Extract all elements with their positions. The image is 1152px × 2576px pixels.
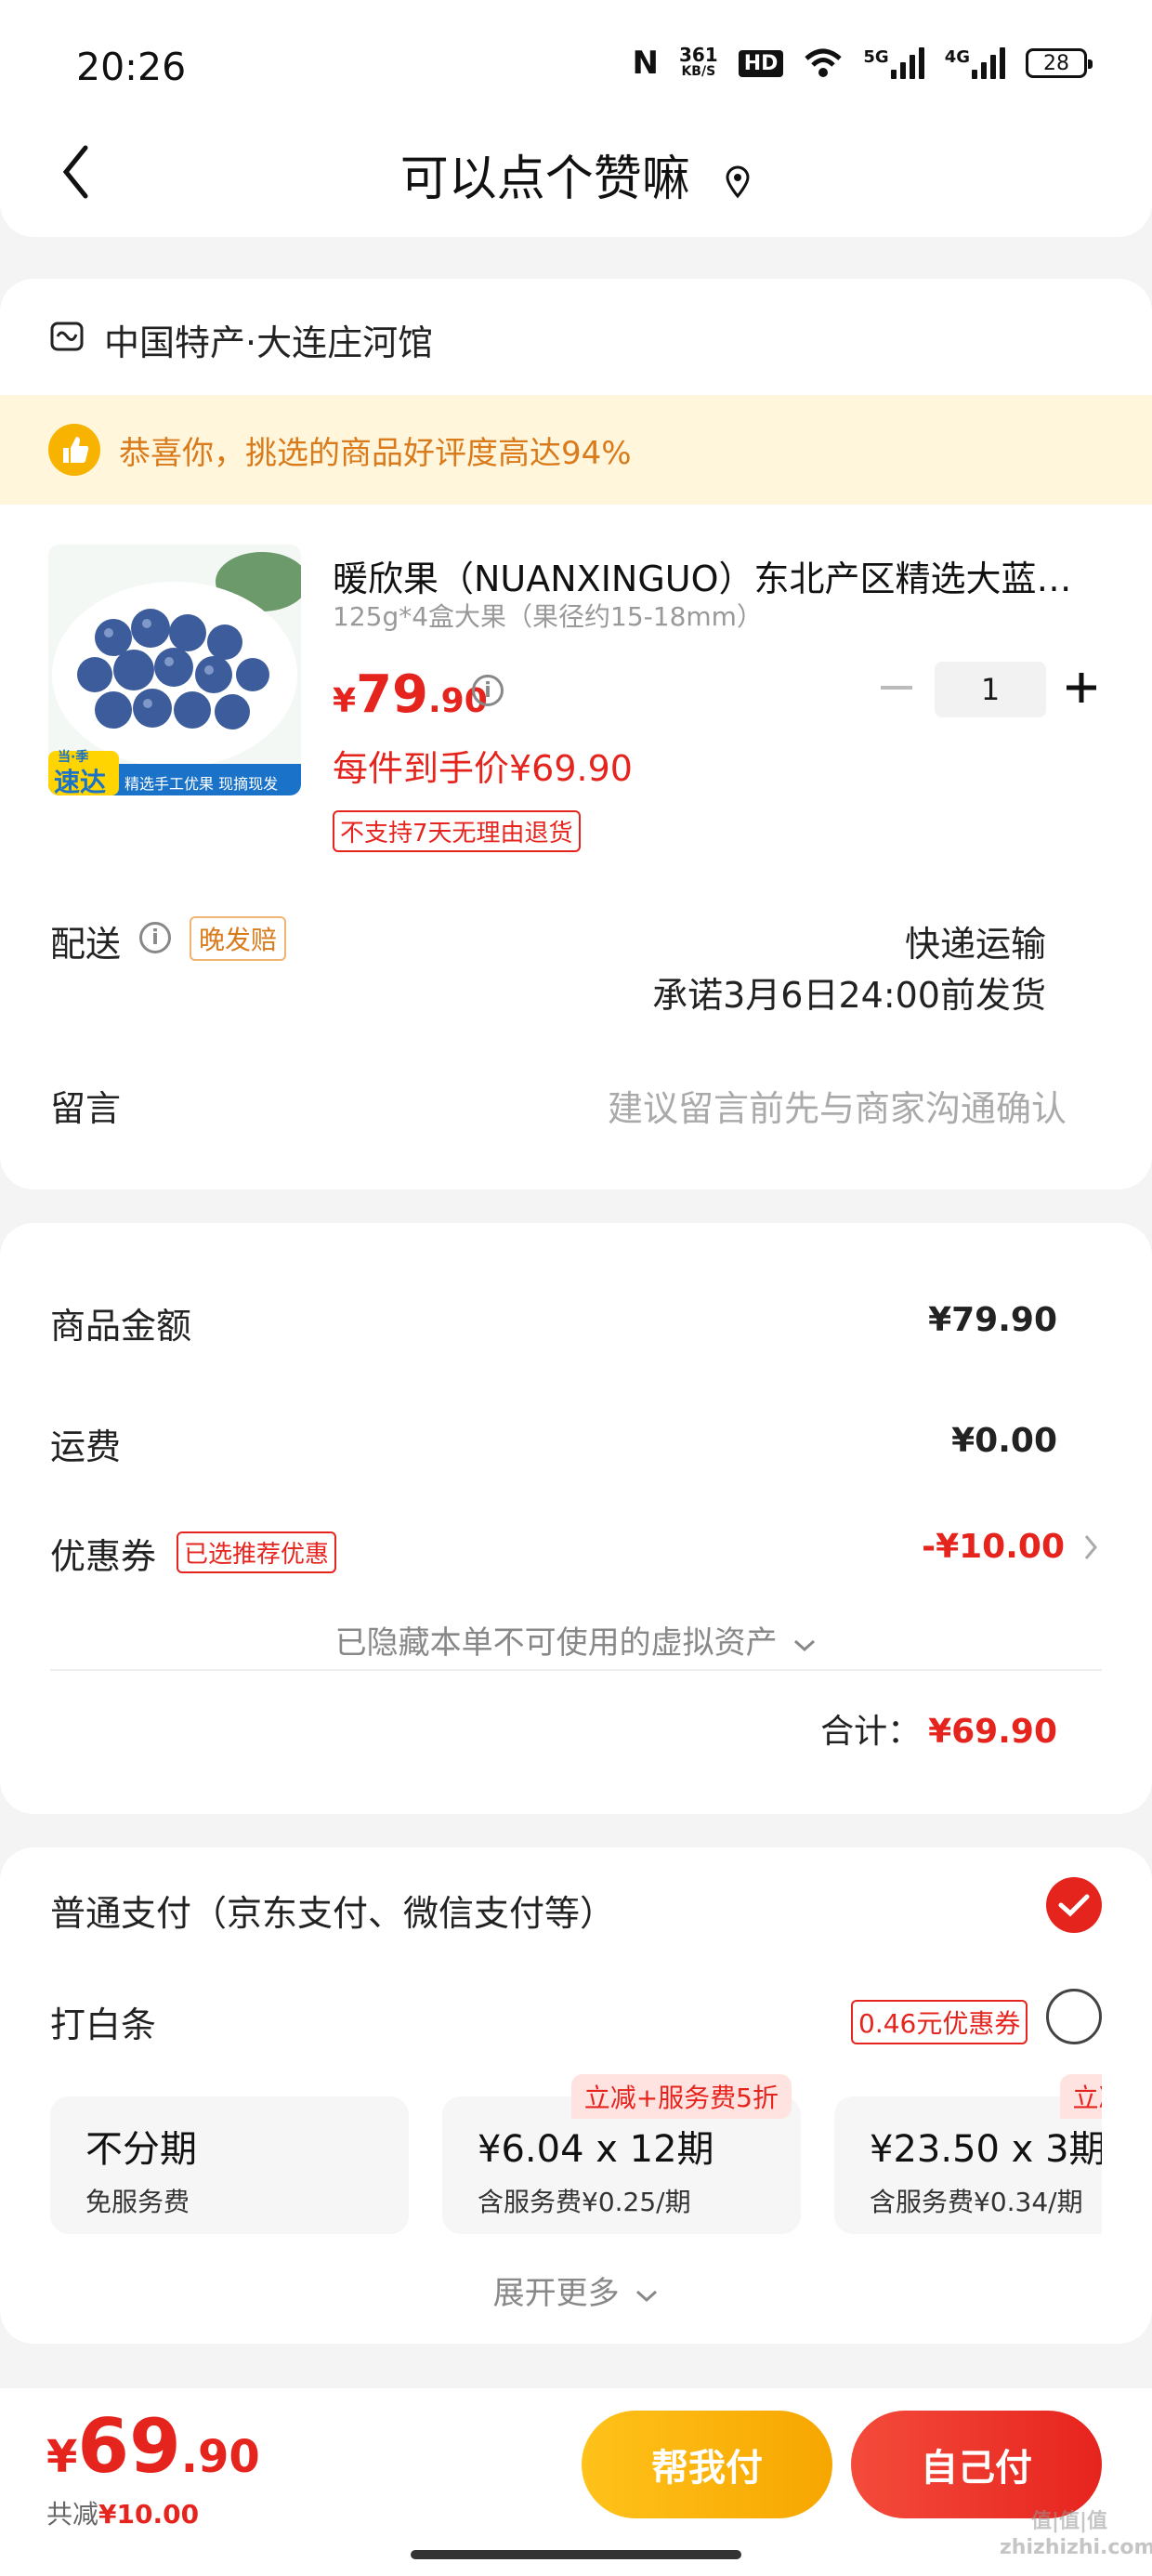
location-pin-icon[interactable] (724, 165, 752, 199)
hd-icon: HD (738, 49, 784, 77)
coupon-tag: 已选推荐优惠 (177, 1531, 337, 1573)
final-unit-price: 每件到手价¥69.90 (333, 748, 633, 789)
net-speed: 361 KB/S (679, 46, 718, 80)
price-symbol: ¥ (333, 682, 357, 720)
signal-bars-icon (890, 47, 924, 79)
expand-more-text: 展开更多 (492, 2275, 620, 2312)
product-name[interactable]: 暖欣果（NUANXINGUO）东北产区精选大蓝莓… (333, 550, 1104, 601)
baitiao-radio[interactable] (1046, 1989, 1102, 2044)
delivery-method[interactable]: 快递运输 (905, 915, 1046, 966)
summary-divider (50, 1669, 1102, 1671)
installment-sub: 免服务费 (85, 2187, 190, 2217)
baitiao-coupon-tag: 0.46元优惠券 (851, 2000, 1028, 2044)
footer-price-symbol: ¥ (46, 2431, 78, 2483)
page-title-text: 可以点个赞嘛 (399, 151, 690, 207)
footer-saved-value: ¥10.00 (98, 2499, 200, 2530)
delivery-info-icon[interactable]: i (139, 922, 171, 953)
pay-myself-button[interactable]: 自己付 (851, 2411, 1102, 2518)
shipping-label: 运费 (50, 1426, 122, 1467)
rating-banner-text: 恭喜你，挑选的商品好评度高达94% (119, 434, 632, 472)
price-integer: 79 (356, 664, 428, 725)
footer-saved: 共减¥10.00 (46, 2494, 199, 2531)
expand-more-button[interactable]: 展开更多 (0, 2267, 1152, 2313)
installment-title: ¥6.04 x 12期 (478, 2128, 714, 2171)
footer-saved-label: 共减 (46, 2499, 99, 2530)
message-label: 留言 (50, 1088, 122, 1129)
chevron-down-icon (636, 2290, 658, 2303)
shop-icon (50, 322, 84, 351)
installment-sub: 含服务费¥0.25/期 (478, 2187, 691, 2217)
installment-tag: 立减+服务费5折 (570, 2074, 792, 2119)
product-thumbnail[interactable]: 当·季 速达 精选手工优果 现摘现发 (48, 545, 301, 795)
normal-pay-radio[interactable] (1046, 1877, 1102, 1933)
footer-price-integer: 69 (77, 2403, 181, 2490)
product-spec: 125g*4盒大果（果径约15-18mm） (333, 601, 763, 632)
price-info-icon[interactable]: i (472, 675, 504, 706)
thumb-caption: 精选手工优果 现摘现发 (124, 775, 279, 793)
signal-4g: 4G (945, 47, 1005, 79)
signal-bars-icon (972, 47, 1005, 79)
net-speed-unit: KB/S (681, 64, 716, 79)
net-type-4g: 4G (944, 47, 970, 67)
coupon-value: -¥10.00 (922, 1528, 1065, 1566)
signal-5g: 5G (863, 47, 924, 79)
baitiao-label[interactable]: 打白条 (50, 1996, 156, 2047)
no-return-tag: 不支持7天无理由退货 (333, 810, 581, 852)
thumbs-up-icon (48, 424, 100, 476)
installment-title: 不分期 (85, 2128, 197, 2171)
total-value: ¥69.90 (928, 1713, 1057, 1751)
nfc-icon: N (632, 45, 659, 82)
chevron-down-icon (794, 1639, 816, 1652)
delivery-label: 配送 (50, 924, 122, 965)
quantity-increase-button[interactable] (1063, 669, 1100, 706)
net-speed-value: 361 (678, 44, 718, 66)
rating-banner: 恭喜你，挑选的商品好评度高达94% (0, 395, 1152, 505)
installment-title: ¥23.50 x 3期 (870, 2128, 1102, 2171)
home-indicator[interactable] (411, 2550, 741, 2559)
installment-sub: 含服务费¥0.34/期 (870, 2187, 1083, 2217)
message-input[interactable]: 建议留言前先与商家沟通确认 (608, 1080, 1067, 1131)
normal-pay-label[interactable]: 普通支付（京东支付、微信支付等） (50, 1885, 615, 1936)
thumb-badge: 速达 (54, 767, 107, 795)
hidden-assets-toggle[interactable]: 已隐藏本单不可使用的虚拟资产 (0, 1617, 1152, 1663)
installment-option[interactable]: 立减+服务费5折 ¥6.04 x 12期 含服务费¥0.25/期 (442, 2074, 801, 2234)
page-title: 可以点个赞嘛 (0, 139, 1152, 209)
status-time: 20:26 (76, 45, 187, 89)
battery-level: 28 (1043, 51, 1069, 75)
watermark: 值|值|值 zhizhizhi.com (1000, 2509, 1152, 2561)
coupon-label: 优惠券 (50, 1536, 157, 1577)
shop-name[interactable]: 中国特产·大连庄河馆 (104, 314, 433, 365)
battery-icon: 28 (1026, 48, 1093, 78)
shipping-value: ¥0.00 (951, 1422, 1057, 1460)
total-row: 合计： ¥69.90 (820, 1704, 1057, 1753)
installment-option[interactable]: 立减+服务 ¥23.50 x 3期 含服务费¥0.34/期 (834, 2074, 1102, 2234)
quantity-input[interactable]: 1 (935, 662, 1046, 717)
help-me-pay-button[interactable]: 帮我付 (582, 2411, 832, 2518)
installment-option[interactable]: 不分期 免服务费 (50, 2096, 409, 2234)
wifi-icon (805, 48, 843, 77)
status-icons: N 361 KB/S HD 5G 4G 28 (632, 45, 1093, 82)
delivery-promise: 承诺3月6日24:00前发货 (652, 975, 1046, 1016)
installment-tag: 立减+服务 (1059, 2074, 1102, 2119)
chevron-right-icon (1084, 1534, 1097, 1559)
product-price: ¥ 79 .90 (333, 664, 488, 725)
watermark-text: 值|值|值 zhizhizhi.com (1000, 2510, 1152, 2559)
goods-amount-label: 商品金额 (50, 1306, 192, 1347)
footer-total-price: ¥ 69 .90 (46, 2403, 260, 2490)
hidden-assets-text: 已隐藏本单不可使用的虚拟资产 (334, 1624, 778, 1662)
net-type-5g: 5G (863, 47, 889, 67)
footer-price-decimal: .90 (180, 2431, 260, 2483)
total-label: 合计： (820, 1713, 922, 1751)
coupon-selector[interactable]: -¥10.00 (922, 1528, 1098, 1566)
checkmark-icon (1058, 1894, 1090, 1917)
late-compensation-tag: 晚发赔 (190, 916, 287, 961)
quantity-decrease-button[interactable] (881, 686, 912, 690)
goods-amount-value: ¥79.90 (928, 1301, 1057, 1339)
installment-scroll-clip: 立减+服务 ¥23.50 x 3期 含服务费¥0.34/期 (834, 2063, 1102, 2249)
